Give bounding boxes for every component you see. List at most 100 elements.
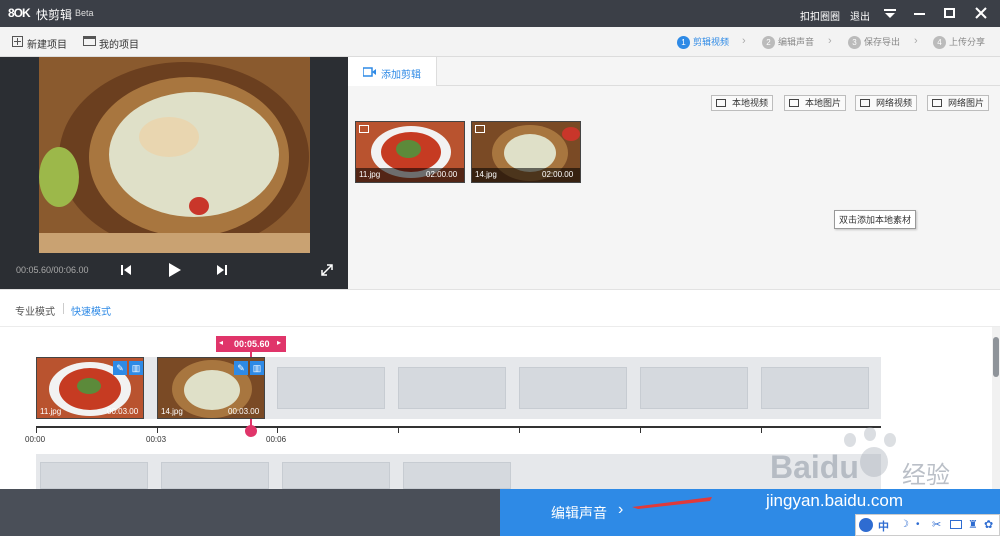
- media-item[interactable]: 11.jpg 02:00.00: [355, 121, 465, 183]
- step-4[interactable]: 4 上传分享: [933, 35, 985, 49]
- image-icon: [789, 99, 799, 107]
- playhead-prev-icon[interactable]: ◂: [219, 338, 223, 347]
- edit-pencil-icon[interactable]: ✎: [113, 361, 127, 375]
- timeline-clip[interactable]: ✎ ▥ 11.jpg 00:03.00: [36, 357, 144, 419]
- delete-trash-icon[interactable]: ▥: [250, 361, 264, 375]
- media-item-name: 14.jpg: [475, 170, 497, 179]
- step-2-label: 编辑声音: [778, 37, 815, 47]
- local-video-label: 本地视频: [732, 98, 769, 108]
- ime-dot-icon[interactable]: •: [916, 519, 920, 530]
- local-image-button[interactable]: 本地图片: [784, 95, 847, 111]
- tooltip: 双击添加本地素材: [834, 210, 917, 229]
- empty-slot: [40, 462, 148, 489]
- ime-scissors-icon[interactable]: ✂: [932, 518, 941, 531]
- step-3-number: 3: [848, 36, 861, 49]
- network-image-button[interactable]: 网络图片: [927, 95, 990, 111]
- ime-moon-icon[interactable]: ☽: [900, 519, 909, 530]
- app-logo: 8OK: [8, 6, 31, 20]
- minimize-icon[interactable]: [914, 13, 925, 15]
- ime-logo-icon[interactable]: [859, 518, 873, 532]
- watermark-url: jingyan.baidu.com: [766, 491, 904, 510]
- ruler-tick-label: 00:06: [266, 435, 287, 444]
- playhead-time: 00:05.60: [234, 339, 270, 349]
- menu-dropdown-icon[interactable]: [884, 9, 896, 19]
- kouqu-link[interactable]: 扣扣圈圈: [800, 8, 840, 23]
- step-2[interactable]: 2 编辑声音: [762, 35, 814, 49]
- image-icon: [932, 99, 942, 107]
- scrollbar-thumb[interactable]: [993, 337, 999, 377]
- new-project-button[interactable]: 新建项目: [27, 36, 67, 51]
- media-item-duration: 02:00.00: [426, 170, 458, 179]
- time-ruler: [36, 426, 881, 428]
- timeline-clip[interactable]: ✎ ▥ 14.jpg 00:03.00: [157, 357, 265, 419]
- step-4-label: 上传分享: [949, 37, 986, 47]
- step-1-label: 剪辑视频: [693, 37, 730, 47]
- vertical-scrollbar[interactable]: [992, 327, 1000, 489]
- network-video-button[interactable]: 网络视频: [855, 95, 918, 111]
- chevron-right-icon: ›: [914, 35, 918, 47]
- empty-slot: [640, 367, 748, 409]
- empty-slot: [761, 367, 869, 409]
- my-projects-button[interactable]: 我的项目: [99, 36, 139, 51]
- fullscreen-icon[interactable]: [320, 263, 334, 280]
- empty-slot: [519, 367, 627, 409]
- tab-add-clip[interactable]: 添加剪辑: [348, 57, 437, 86]
- playhead-label[interactable]: ◂ 00:05.60 ▸: [216, 336, 286, 352]
- step-2-number: 2: [762, 36, 775, 49]
- video-preview-panel: 00:05.60/00:06.00: [0, 57, 348, 289]
- chevron-right-icon: ›: [828, 35, 832, 47]
- empty-slot: [398, 367, 506, 409]
- clip-duration: 00:03.00: [107, 407, 139, 416]
- annotation-arrow: [632, 495, 712, 516]
- ruler-tick-label: 00:00: [25, 435, 46, 444]
- main-toolbar: 新建项目 我的项目 1 剪辑视频 › 2 编辑声音 › 3 保存导出 › 4 上传分享: [0, 27, 1000, 57]
- image-type-icon: [359, 125, 369, 133]
- clip-name: 14.jpg: [161, 407, 183, 416]
- local-image-label: 本地图片: [805, 98, 842, 108]
- bottom-bar: 编辑声音 › jingyan.baidu.com 中 ☽ • ✂ ♜ ✿: [0, 489, 1000, 536]
- clip-name: 11.jpg: [40, 407, 62, 416]
- ime-shirt-icon[interactable]: ♜: [968, 518, 978, 531]
- media-item[interactable]: 14.jpg 02:00.00: [471, 121, 581, 183]
- edit-pencil-icon[interactable]: ✎: [234, 361, 248, 375]
- chevron-right-icon: ›: [618, 501, 624, 518]
- mode-pro[interactable]: 专业模式: [15, 303, 55, 318]
- playhead-handle[interactable]: [245, 425, 257, 437]
- network-video-label: 网络视频: [876, 98, 913, 108]
- ime-gear-icon[interactable]: ✿: [984, 518, 993, 531]
- media-item-duration: 02:00.00: [542, 170, 574, 179]
- network-image-label: 网络图片: [948, 98, 985, 108]
- ime-toolbar: 中 ☽ • ✂ ♜ ✿: [855, 514, 1000, 536]
- step-1-number: 1: [677, 36, 690, 49]
- step-3[interactable]: 3 保存导出: [848, 35, 900, 49]
- mode-bar: 专业模式 快速模式: [0, 289, 1000, 327]
- play-icon[interactable]: [168, 262, 182, 281]
- logout-link[interactable]: 退出: [850, 8, 870, 23]
- ime-language[interactable]: 中: [878, 518, 889, 534]
- delete-trash-icon[interactable]: ▥: [129, 361, 143, 375]
- local-video-button[interactable]: 本地视频: [711, 95, 774, 111]
- media-library-panel: 添加剪辑 本地视频 本地图片 网络视频 网络图片 11.jpg 02:00.00…: [348, 57, 1000, 289]
- timeline-panel: ◂ 00:05.60 ▸ ✎ ▥ 11.jpg 00:03.00 ✎ ▥ 14.…: [0, 327, 1000, 489]
- skip-back-icon[interactable]: [120, 264, 132, 279]
- playhead-next-icon[interactable]: ▸: [277, 338, 281, 347]
- video-icon: [860, 99, 870, 107]
- empty-slot: [277, 367, 385, 409]
- maximize-icon[interactable]: [944, 8, 955, 18]
- tab-add-clip-label: 添加剪辑: [381, 70, 421, 81]
- empty-slot: [161, 462, 269, 489]
- step-1[interactable]: 1 剪辑视频: [677, 35, 729, 49]
- beta-label: Beta: [75, 8, 94, 18]
- app-name: 快剪辑: [36, 8, 73, 22]
- skip-forward-icon[interactable]: [216, 264, 228, 279]
- time-display: 00:05.60/00:06.00: [16, 265, 89, 275]
- step-3-label: 保存导出: [864, 37, 901, 47]
- chevron-right-icon: ›: [742, 35, 746, 47]
- watermark-brand: Baidu: [770, 449, 859, 485]
- preview-image: [39, 57, 310, 253]
- mode-fast[interactable]: 快速模式: [71, 303, 111, 318]
- ime-keyboard-icon[interactable]: [950, 520, 962, 529]
- ruler-tick-label: 00:03: [146, 435, 167, 444]
- video-icon: [716, 99, 726, 107]
- close-icon[interactable]: [974, 6, 988, 20]
